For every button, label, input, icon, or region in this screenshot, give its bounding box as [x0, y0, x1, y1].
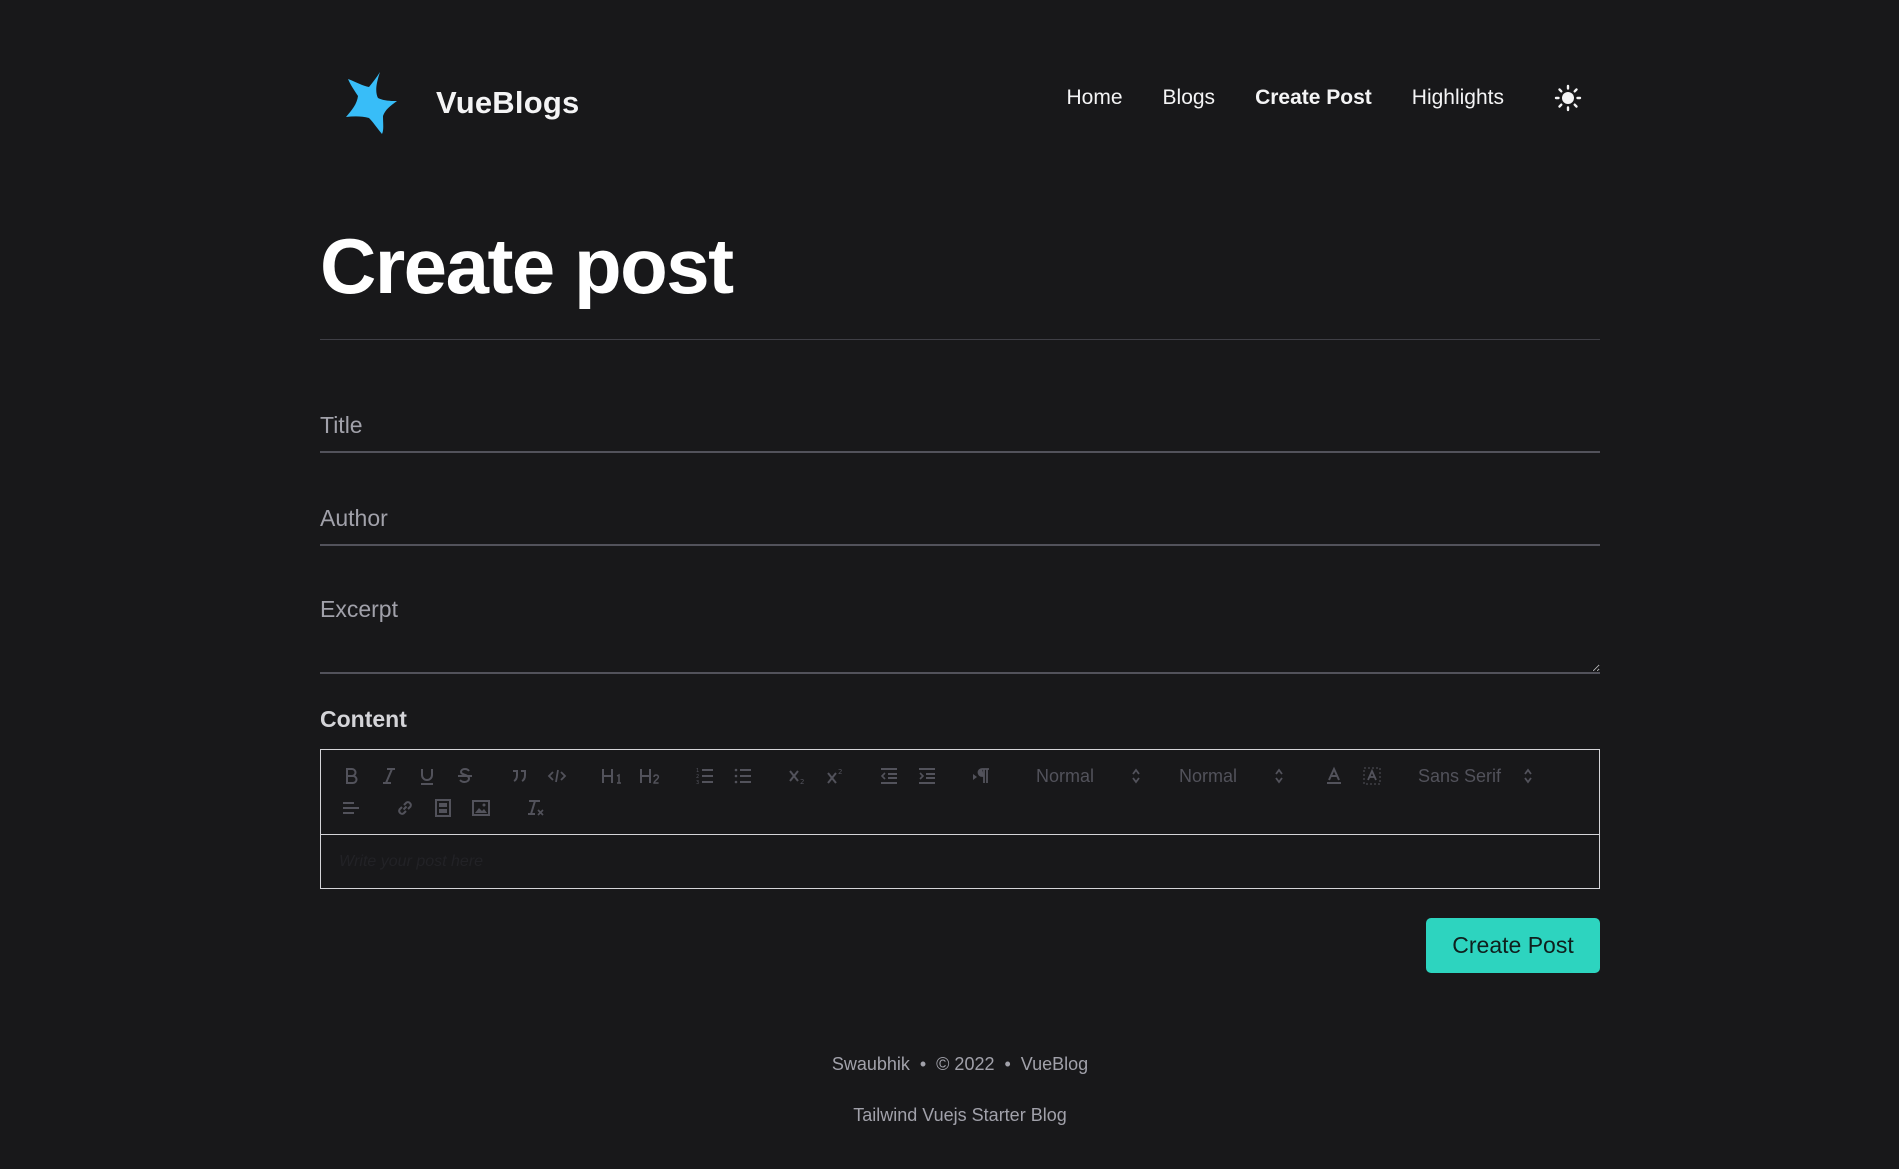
footer-author[interactable]: Swaubhik: [832, 1054, 910, 1074]
link-icon[interactable]: [392, 795, 418, 821]
video-icon[interactable]: [430, 795, 456, 821]
brand[interactable]: VueBlogs: [342, 70, 579, 136]
page-title: Create post: [320, 222, 734, 310]
footer-credits: Swaubhik • © 2022 • VueBlog: [320, 1054, 1600, 1075]
nav-create-post[interactable]: Create Post: [1255, 86, 1372, 110]
nav-highlights[interactable]: Highlights: [1412, 86, 1504, 110]
ordered-list-icon[interactable]: 123: [692, 763, 718, 789]
text-direction-icon[interactable]: [968, 763, 994, 789]
footer-separator: •: [1004, 1054, 1011, 1074]
align-left-icon[interactable]: [338, 795, 364, 821]
footer-copyright: © 2022: [936, 1054, 995, 1074]
svg-text:3: 3: [696, 780, 699, 786]
outdent-icon[interactable]: [876, 763, 902, 789]
code-block-icon[interactable]: [544, 763, 570, 789]
strikethrough-icon[interactable]: [452, 763, 478, 789]
image-icon[interactable]: [468, 795, 494, 821]
footer-site[interactable]: VueBlog: [1021, 1054, 1088, 1074]
editor-content-area[interactable]: Write your post here: [339, 836, 1581, 888]
header-picker[interactable]: Normal: [1036, 763, 1141, 789]
chevron-up-down-icon: [1524, 768, 1532, 784]
blockquote-icon[interactable]: [506, 763, 532, 789]
author-input[interactable]: [320, 493, 1600, 546]
excerpt-textarea[interactable]: [320, 588, 1600, 674]
bullet-list-icon[interactable]: [730, 763, 756, 789]
header-2-icon[interactable]: [636, 763, 666, 789]
theme-toggle-button[interactable]: [1554, 84, 1582, 112]
underline-icon[interactable]: [414, 763, 440, 789]
chevron-up-down-icon: [1275, 768, 1283, 784]
main-nav: Home Blogs Create Post Highlights: [1067, 84, 1583, 112]
rich-text-editor: 123 2 2 Normal Normal Sans Serif Write y…: [320, 749, 1600, 889]
svg-text:2: 2: [838, 768, 842, 776]
chevron-up-down-icon: [1132, 768, 1140, 784]
editor-toolbar: 123 2 2 Normal Normal Sans Serif: [321, 750, 1599, 835]
brand-name: VueBlogs: [436, 85, 580, 120]
site-header: VueBlogs Home Blogs Create Post Highligh…: [320, 0, 1600, 210]
nav-home[interactable]: Home: [1067, 86, 1123, 110]
font-picker[interactable]: Sans Serif: [1418, 763, 1533, 789]
create-post-button[interactable]: Create Post: [1426, 918, 1600, 973]
clear-format-icon[interactable]: [522, 795, 548, 821]
star-logo-icon: [342, 70, 400, 136]
footer-tagline[interactable]: Tailwind Vuejs Starter Blog: [320, 1105, 1600, 1126]
title-divider: [320, 339, 1600, 340]
bold-icon[interactable]: [338, 763, 364, 789]
header-1-icon[interactable]: [598, 763, 628, 789]
page-container: VueBlogs Home Blogs Create Post Highligh…: [320, 0, 1600, 1125]
text-color-icon[interactable]: [1321, 763, 1347, 789]
footer-separator: •: [919, 1054, 927, 1074]
italic-icon[interactable]: [376, 763, 402, 789]
content-label: Content: [320, 706, 407, 732]
background-color-icon[interactable]: [1359, 763, 1385, 789]
indent-icon[interactable]: [914, 763, 940, 789]
svg-text:2: 2: [800, 778, 804, 786]
sun-icon: [1554, 84, 1582, 112]
nav-blogs[interactable]: Blogs: [1163, 86, 1216, 110]
superscript-icon[interactable]: 2: [822, 763, 848, 789]
size-picker[interactable]: Normal: [1179, 763, 1284, 789]
title-input[interactable]: [320, 400, 1600, 453]
subscript-icon[interactable]: 2: [784, 763, 810, 789]
